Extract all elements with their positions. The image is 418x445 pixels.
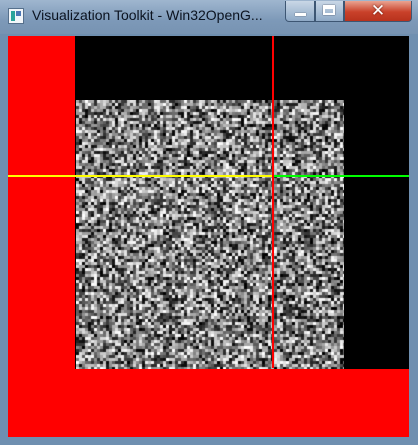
close-button[interactable]: ✕ <box>344 1 412 22</box>
vertical-cursor-line <box>272 36 274 368</box>
minimize-icon <box>295 13 306 16</box>
render-viewport[interactable] <box>8 36 409 437</box>
noise-image-slice <box>76 100 344 369</box>
vtk-window: Visualization Toolkit - Win32OpenG... ✕ <box>0 0 418 445</box>
close-icon: ✕ <box>370 1 386 21</box>
title-bar[interactable]: Visualization Toolkit - Win32OpenG... ✕ <box>0 0 418 34</box>
window-title: Visualization Toolkit - Win32OpenG... <box>32 7 263 23</box>
horizontal-cursor-line-yellow <box>8 175 272 177</box>
red-slice-bottom <box>8 369 409 437</box>
minimize-button[interactable] <box>285 1 315 22</box>
app-icon[interactable] <box>8 8 24 24</box>
horizontal-cursor-line-green <box>272 175 409 177</box>
maximize-icon <box>323 5 335 15</box>
maximize-button[interactable] <box>315 1 344 22</box>
